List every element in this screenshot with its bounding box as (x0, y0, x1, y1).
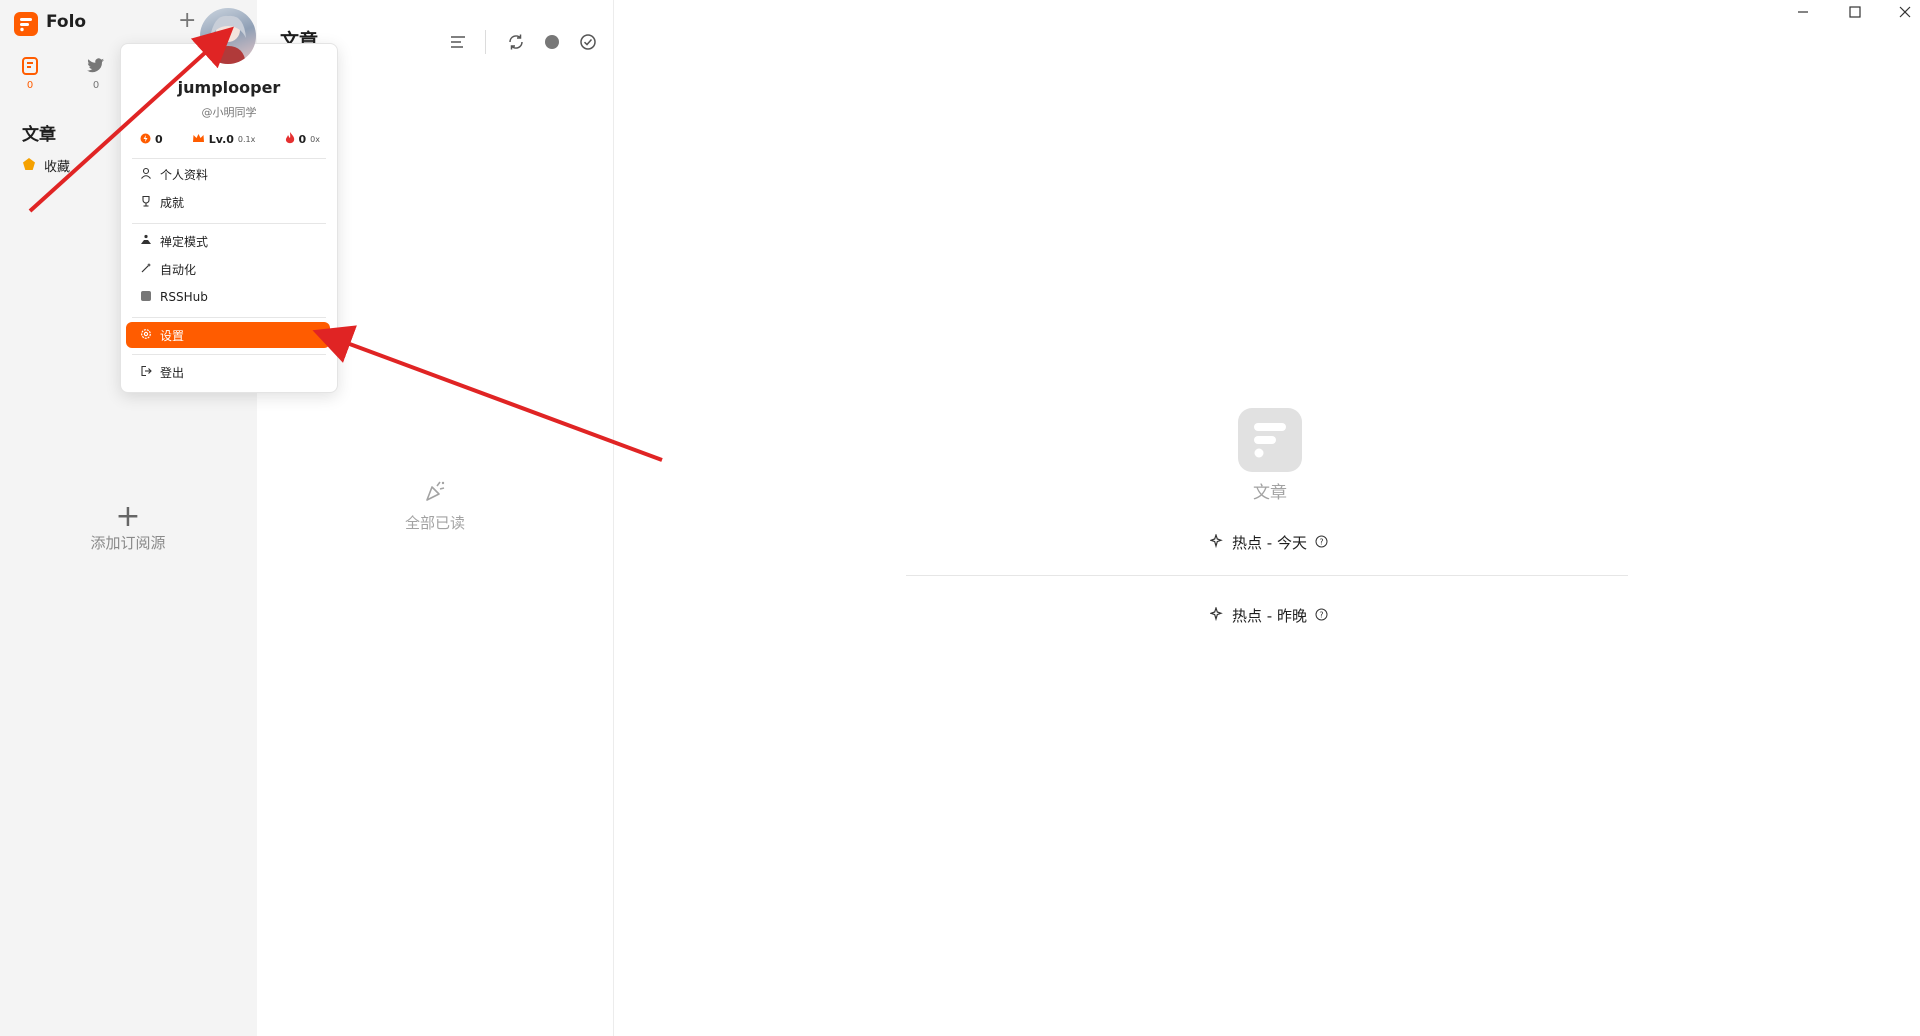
streak-value: 0 (298, 133, 307, 146)
section-title: 文章 (22, 125, 56, 145)
menu-item-profile[interactable]: 个人资料 (126, 161, 330, 187)
power-value: 0 (155, 133, 163, 146)
view-tab-social[interactable]: 0 (76, 56, 116, 91)
menu-divider (132, 317, 326, 318)
svg-text:?: ? (1319, 537, 1323, 546)
hot-yesterday-label: 热点 - 昨晚 (1232, 607, 1307, 625)
refresh-icon[interactable] (505, 31, 527, 53)
favorites-label: 收藏 (44, 160, 71, 175)
app-name: Folo (46, 12, 87, 32)
toolbar-divider (485, 30, 486, 54)
help-circle-icon[interactable]: ? (1315, 534, 1328, 552)
user-stats: 0 Lv.0 0.1x 0 0x (140, 132, 320, 147)
view-count: 0 (92, 80, 100, 91)
list-view-icon[interactable] (447, 31, 469, 53)
menu-item-zen-mode[interactable]: 禅定模式 (126, 228, 330, 254)
meditation-icon (140, 234, 152, 249)
logout-icon (140, 365, 152, 380)
hot-today-label: 热点 - 今天 (1232, 534, 1307, 552)
user-handle: @小明同学 (201, 106, 257, 119)
main-divider (906, 575, 1628, 576)
avatar[interactable] (200, 8, 256, 64)
menu-item-label: 登出 (160, 365, 185, 380)
rsshub-icon (140, 290, 152, 305)
menu-item-label: 禅定模式 (160, 234, 209, 249)
trophy-icon (140, 195, 152, 210)
menu-item-rsshub[interactable]: RSSHub (126, 284, 330, 310)
all-read-state: 全部已读 (380, 478, 490, 533)
folo-logo-icon (14, 12, 38, 36)
party-popper-icon (380, 478, 490, 508)
minimize-icon[interactable] (1778, 0, 1828, 24)
all-read-label: 全部已读 (404, 514, 465, 532)
username: jumplooper (177, 78, 281, 97)
menu-item-label: 设置 (160, 328, 185, 343)
add-icon[interactable]: + (178, 8, 196, 33)
main-view-label: 文章 (1253, 483, 1287, 503)
menu-item-logout[interactable]: 登出 (126, 359, 330, 385)
svg-text:?: ? (1319, 610, 1323, 619)
streak-multiplier: 0x (310, 135, 320, 144)
sparkle-icon (1209, 532, 1224, 552)
hot-yesterday-row[interactable]: 热点 - 昨晚 ? (1209, 605, 1340, 626)
sparkle-icon (1209, 605, 1224, 625)
level-value: Lv.0 (208, 133, 234, 146)
close-icon[interactable] (1880, 0, 1920, 24)
menu-divider (132, 354, 326, 355)
menu-item-label: 成就 (160, 195, 185, 210)
menu-item-label: 个人资料 (160, 167, 209, 182)
wand-icon (140, 262, 152, 277)
menu-divider (132, 158, 326, 159)
maximize-icon[interactable] (1830, 0, 1880, 24)
add-subscription-button[interactable]: + 添加订阅源 (86, 502, 170, 553)
level-stat: Lv.0 0.1x (192, 132, 256, 147)
view-tab-articles[interactable]: 0 (10, 56, 50, 91)
hot-today-row[interactable]: 热点 - 今天 ? (1209, 532, 1340, 553)
sidebar-item-favorites[interactable]: 收藏 (22, 156, 70, 175)
mark-all-read-icon[interactable] (577, 31, 599, 53)
help-circle-icon[interactable]: ? (1315, 607, 1328, 625)
menu-item-label: 自动化 (160, 262, 197, 277)
folo-placeholder-icon (1238, 408, 1302, 472)
plus-icon: + (115, 499, 141, 534)
bird-icon (76, 56, 116, 78)
menu-divider (132, 223, 326, 224)
menu-item-label: RSSHub (160, 290, 208, 304)
user-icon (140, 167, 152, 182)
level-multiplier: 0.1x (237, 135, 256, 144)
flame-icon (285, 132, 295, 147)
view-count: 0 (26, 80, 34, 91)
crown-icon (192, 133, 205, 147)
add-subscription-label: 添加订阅源 (90, 534, 166, 552)
menu-item-automation[interactable]: 自动化 (126, 256, 330, 282)
power-token-icon (140, 133, 151, 147)
power-stat: 0 (140, 132, 163, 147)
gear-icon (140, 328, 152, 343)
pentagon-star-icon (22, 157, 36, 175)
article-icon (10, 56, 50, 78)
menu-item-achievements[interactable]: 成就 (126, 189, 330, 215)
menu-item-settings[interactable]: 设置 (126, 322, 330, 348)
streak-stat: 0 0x (285, 132, 320, 147)
unread-filter-icon[interactable] (541, 31, 563, 53)
